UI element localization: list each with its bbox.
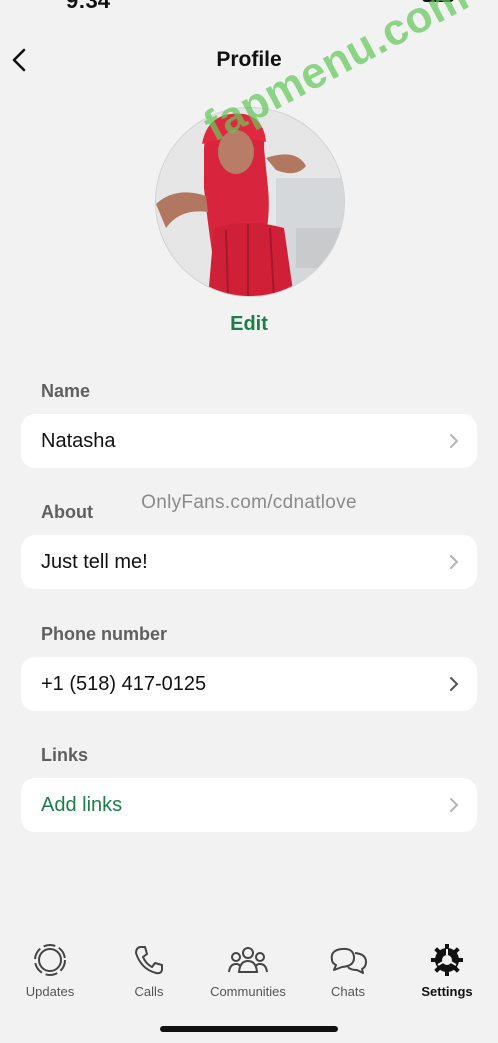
name-section-label: Name xyxy=(41,381,91,401)
name-field[interactable]: Natasha xyxy=(21,414,477,468)
page-title: Profile xyxy=(216,48,282,71)
add-links-field[interactable]: Add links xyxy=(21,778,477,832)
tab-label: Chats xyxy=(331,984,365,999)
communities-icon xyxy=(228,947,268,973)
tab-settings[interactable]: Settings xyxy=(397,940,497,1006)
tab-updates[interactable]: Updates xyxy=(0,940,100,1006)
chevron-right-icon xyxy=(450,434,459,448)
chevron-right-icon xyxy=(450,677,459,691)
phone-field[interactable]: +1 (518) 417-0125 xyxy=(21,657,477,711)
tab-label: Settings xyxy=(421,984,473,999)
updates-icon xyxy=(34,944,66,976)
about-field[interactable]: Just tell me! xyxy=(21,535,477,589)
add-links-value: Add links xyxy=(41,794,123,816)
phone-value: +1 (518) 417-0125 xyxy=(41,673,207,695)
name-value: Natasha xyxy=(41,430,116,452)
status-time: 9:34 xyxy=(66,0,111,13)
chevron-right-icon xyxy=(450,555,459,569)
tab-communities[interactable]: Communities xyxy=(198,940,298,1006)
watermark-text: OnlyFans.com/cdnatlove xyxy=(141,492,357,513)
tab-label: Updates xyxy=(25,984,75,999)
tab-chats[interactable]: Chats xyxy=(298,940,398,1006)
tab-label: Communities xyxy=(210,984,286,999)
phone-section-label: Phone number xyxy=(41,624,168,644)
chats-icon xyxy=(330,947,367,974)
avatar-photo xyxy=(156,108,344,296)
chevron-right-icon xyxy=(450,798,459,812)
tab-calls[interactable]: Calls xyxy=(99,940,199,1006)
phone-icon xyxy=(135,946,163,975)
tab-bar: Updates Calls Communities Chats Settings xyxy=(0,940,498,1010)
about-value: Just tell me! xyxy=(41,551,148,573)
links-section-label: Links xyxy=(41,745,89,765)
header: Profile xyxy=(0,38,498,82)
gear-icon xyxy=(431,944,463,976)
home-indicator[interactable] xyxy=(160,1026,338,1032)
edit-profile-photo-link[interactable]: Edit xyxy=(0,313,498,336)
tab-label: Calls xyxy=(134,984,164,999)
